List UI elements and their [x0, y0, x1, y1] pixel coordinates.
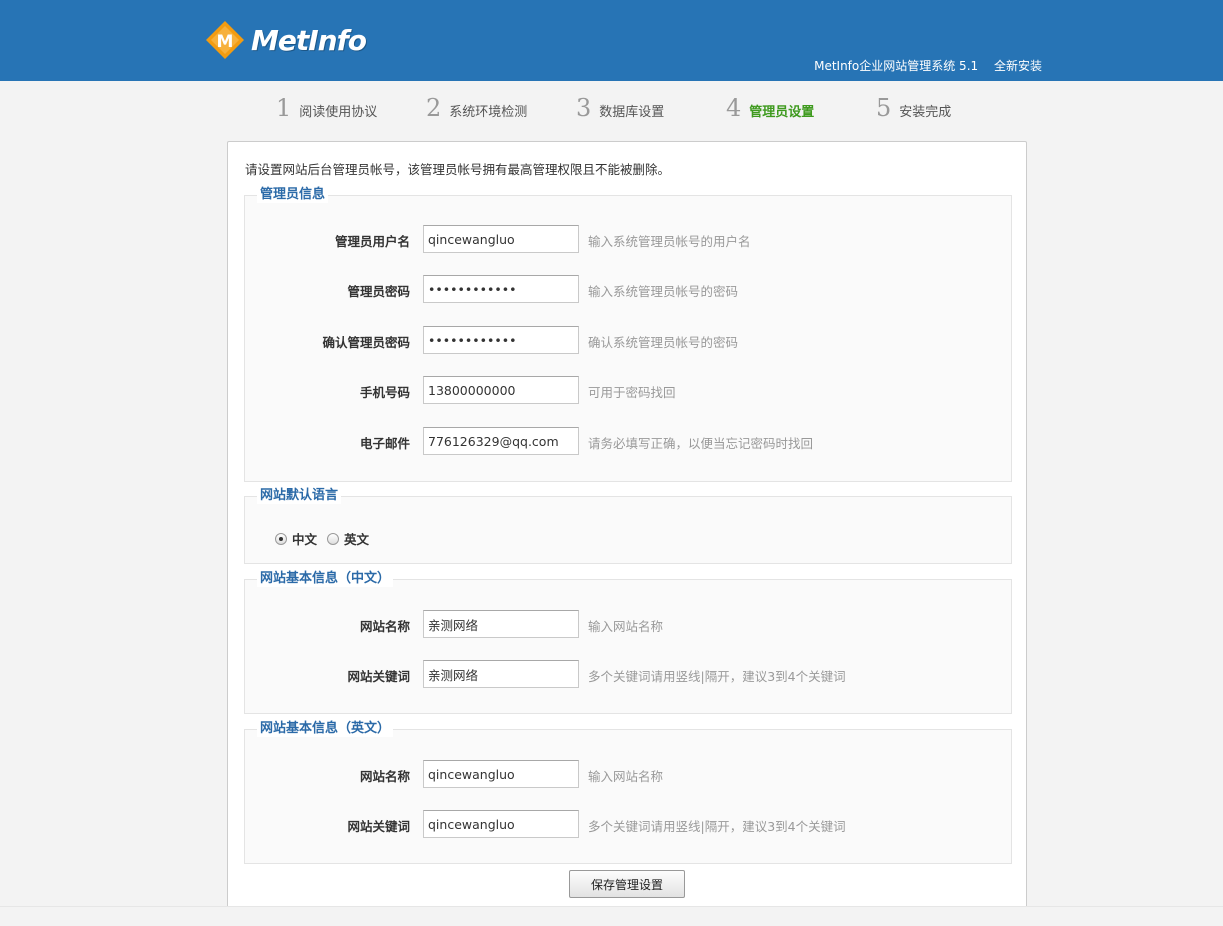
metinfo-logo: M MetInfo [205, 19, 367, 61]
field-hint: 输入系统管理员帐号的用户名 [588, 234, 751, 249]
section-title: 网站基本信息（中文） [257, 571, 394, 587]
admin-password-input[interactable] [423, 275, 579, 303]
radio-english[interactable] [327, 532, 340, 545]
site-name-en-row: 网站名称 输入网站名称 [245, 760, 1011, 788]
site-info-cn-section: 网站基本信息（中文） 网站名称 输入网站名称 网站关键词 多个关键词请用竖线|隔… [244, 571, 1012, 714]
step-label: 数据库设置 [599, 105, 665, 120]
field-label: 网站关键词 [347, 669, 410, 684]
install-steps: 1 阅读使用协议 2 系统环境检测 3 数据库设置 4 管理员设置 5 安装完成 [276, 94, 996, 126]
field-label: 管理员用户名 [334, 234, 410, 249]
site-name-cn-input[interactable] [423, 610, 579, 638]
admin-username-input[interactable] [423, 225, 579, 253]
field-hint: 输入网站名称 [588, 769, 664, 784]
step-4-current: 4 管理员设置 [726, 94, 876, 122]
logo-text: MetInfo [251, 23, 367, 57]
field-label: 手机号码 [359, 385, 410, 400]
admin-password-row: 管理员密码 输入系统管理员帐号的密码 [245, 275, 1011, 303]
site-name-cn-row: 网站名称 输入网站名称 [245, 610, 1011, 638]
step-number: 4 [726, 94, 742, 122]
system-name: MetInfo企业网站管理系统 5.1 [814, 59, 979, 73]
step-number: 5 [876, 94, 892, 122]
email-input[interactable] [423, 427, 579, 455]
mobile-row: 手机号码 可用于密码找回 [245, 376, 1011, 404]
site-name-en-input[interactable] [423, 760, 579, 788]
svg-text:M: M [217, 32, 234, 52]
step-number: 2 [426, 94, 442, 122]
step-2: 2 系统环境检测 [426, 94, 576, 122]
section-title: 网站默认语言 [257, 488, 342, 504]
site-keywords-cn-input[interactable] [423, 660, 579, 688]
confirm-password-row: 确认管理员密码 确认系统管理员帐号的密码 [245, 326, 1011, 354]
field-hint: 多个关键词请用竖线|隔开，建议3到4个关键词 [588, 669, 846, 684]
field-hint: 确认系统管理员帐号的密码 [588, 335, 739, 350]
mobile-input[interactable] [423, 376, 579, 404]
field-label: 网站名称 [359, 769, 410, 784]
section-title: 管理员信息 [257, 187, 329, 203]
admin-username-row: 管理员用户名 输入系统管理员帐号的用户名 [245, 225, 1011, 253]
header-bar: M MetInfo MetInfo企业网站管理系统 5.1 全新安装 [0, 0, 1223, 81]
save-settings-button[interactable]: 保存管理设置 [569, 870, 685, 898]
settings-panel: 请设置网站后台管理员帐号，该管理员帐号拥有最高管理权限且不能被删除。 管理员信息… [227, 141, 1027, 926]
radio-chinese[interactable] [275, 532, 287, 545]
step-label: 阅读使用协议 [299, 105, 378, 120]
field-label: 管理员密码 [347, 284, 410, 299]
field-hint: 输入系统管理员帐号的密码 [588, 284, 739, 299]
field-label: 确认管理员密码 [322, 335, 410, 350]
field-hint: 输入网站名称 [588, 619, 664, 634]
field-hint: 多个关键词请用竖线|隔开，建议3到4个关键词 [588, 819, 846, 834]
site-keywords-en-row: 网站关键词 多个关键词请用竖线|隔开，建议3到4个关键词 [245, 810, 1011, 838]
field-label: 网站关键词 [347, 819, 410, 834]
step-label: 系统环境检测 [449, 105, 528, 120]
step-label: 安装完成 [899, 105, 952, 120]
intro-text: 请设置网站后台管理员帐号，该管理员帐号拥有最高管理权限且不能被删除。 [245, 162, 671, 177]
radio-label-english[interactable]: 英文 [344, 529, 369, 548]
install-mode: 全新安装 [993, 59, 1042, 73]
email-row: 电子邮件 请务必填写正确，以便当忘记密码时找回 [245, 427, 1011, 455]
radio-label-chinese[interactable]: 中文 [292, 529, 317, 548]
footer-strip [0, 906, 1223, 926]
step-3: 3 数据库设置 [576, 94, 726, 122]
step-label: 管理员设置 [749, 105, 815, 120]
admin-info-section: 管理员信息 管理员用户名 输入系统管理员帐号的用户名 管理员密码 输入系统管理员… [244, 187, 1012, 482]
header-info: MetInfo企业网站管理系统 5.1 全新安装 [814, 57, 1042, 74]
section-title: 网站基本信息（英文） [257, 721, 394, 737]
confirm-password-input[interactable] [423, 326, 579, 354]
field-hint: 请务必填写正确，以便当忘记密码时找回 [588, 436, 814, 451]
field-label: 电子邮件 [359, 436, 410, 451]
step-5: 5 安装完成 [876, 94, 996, 122]
site-keywords-cn-row: 网站关键词 多个关键词请用竖线|隔开，建议3到4个关键词 [245, 660, 1011, 688]
site-info-en-section: 网站基本信息（英文） 网站名称 输入网站名称 网站关键词 多个关键词请用竖线|隔… [244, 721, 1012, 864]
language-radio-group: 中文 英文 [275, 529, 379, 548]
field-label: 网站名称 [359, 619, 410, 634]
step-1: 1 阅读使用协议 [276, 94, 426, 122]
site-keywords-en-input[interactable] [423, 810, 579, 838]
logo-diamond-icon: M [205, 20, 245, 60]
field-hint: 可用于密码找回 [588, 385, 676, 400]
step-number: 1 [276, 94, 292, 122]
default-language-section: 网站默认语言 中文 英文 [244, 488, 1012, 564]
step-number: 3 [576, 94, 592, 122]
